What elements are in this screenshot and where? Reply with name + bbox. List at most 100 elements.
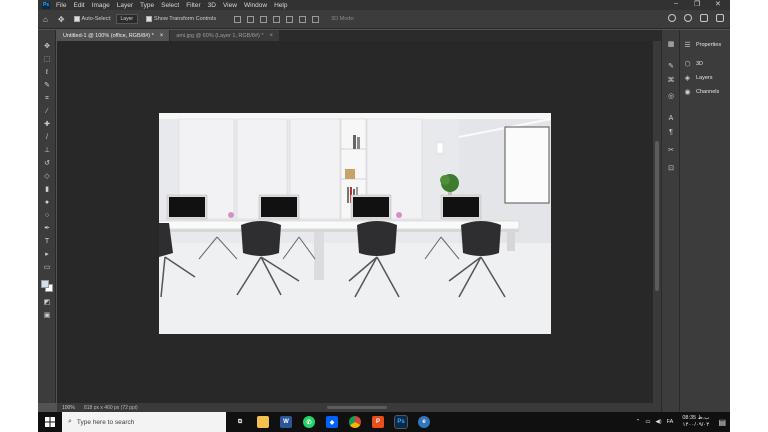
maximize-button[interactable]: ❐ — [694, 0, 700, 8]
menu-file[interactable]: File — [56, 2, 66, 9]
color-icon[interactable]: ◎ — [666, 92, 676, 101]
history-brush-tool-icon[interactable]: ↺ — [41, 159, 53, 169]
menu-window[interactable]: Window — [244, 2, 267, 9]
transform-controls-checkbox[interactable] — [146, 16, 153, 22]
menu-edit[interactable]: Edit — [73, 2, 84, 9]
taskbar-search[interactable]: ⌕ Type here to search — [62, 412, 226, 432]
volume-icon[interactable]: ◀) — [656, 419, 662, 425]
share-icon[interactable] — [716, 14, 724, 22]
blur-tool-icon[interactable]: ● — [41, 198, 53, 208]
foreground-color-swatch[interactable] — [41, 280, 49, 288]
close-icon[interactable]: × — [270, 33, 274, 39]
menu-layer[interactable]: Layer — [117, 2, 133, 9]
menu-select[interactable]: Select — [161, 2, 179, 9]
history-icon[interactable]: ▦ — [666, 40, 676, 49]
stamp-tool-icon[interactable]: ⊥ — [41, 146, 53, 156]
panel-dock: ▦ ✎ ⌘ ◎ A ¶ ✂ ⊡ — [661, 30, 679, 412]
word-icon[interactable]: W — [280, 416, 292, 428]
notifications-icon[interactable]: ▤ — [718, 418, 726, 427]
dropbox-icon[interactable]: ◆ — [326, 416, 338, 428]
marquee-tool-icon[interactable]: ⬚ — [41, 55, 53, 65]
tools-panel: ✥ ⬚ ℓ ✎ ⌗ ⁄ ✚ / ⊥ ↺ ◇ ▮ ● ○ ✒ T ▸ ▭ ✋ ◩ … — [38, 30, 56, 403]
zoom-level[interactable]: 100% — [62, 405, 80, 411]
eyedropper-tool-icon[interactable]: ⁄ — [41, 107, 53, 117]
canvas-area[interactable] — [57, 41, 653, 403]
distribute-icon[interactable] — [312, 15, 320, 23]
brush-tool-icon[interactable]: / — [41, 133, 53, 143]
menu-view[interactable]: View — [223, 2, 237, 9]
windows-taskbar: ⌕ Type here to search ⧉ W ✆ ◆ P Ps e ⌃ ▭… — [38, 412, 730, 432]
brush-settings-icon[interactable]: ✎ — [666, 62, 676, 71]
close-button[interactable]: ✕ — [715, 0, 721, 8]
minimize-button[interactable]: – — [674, 0, 678, 7]
menu-3d[interactable]: 3D — [208, 2, 216, 9]
path-select-tool-icon[interactable]: ▸ — [41, 250, 53, 260]
office-photo-illustration — [159, 113, 551, 334]
crop-tool-icon[interactable]: ⌗ — [41, 94, 53, 104]
document-info[interactable]: 818 px x 460 px (72 ppi) — [84, 405, 138, 411]
system-clock[interactable]: 08:35 ب.ظ ۱۴۰۰/۰۹/۰۳ — [682, 415, 709, 429]
type-tool-icon[interactable]: T — [41, 237, 53, 247]
align-center-icon[interactable] — [247, 15, 255, 23]
lasso-tool-icon[interactable]: ℓ — [41, 68, 53, 78]
search-icon[interactable] — [684, 14, 692, 22]
channels-panel-tab[interactable]: ◉ Channels — [683, 88, 719, 96]
align-left-icon[interactable] — [234, 15, 242, 23]
rectangle-tool-icon[interactable]: ▭ — [41, 263, 53, 273]
auto-select-checkbox[interactable] — [73, 16, 80, 22]
user-icon[interactable] — [668, 14, 676, 22]
edge-icon[interactable]: e — [418, 416, 430, 428]
layers-panel-tab[interactable]: ◈ Layers — [683, 74, 713, 82]
photoshop-taskbar-icon[interactable]: Ps — [394, 415, 408, 429]
quick-mask-icon[interactable]: ◩ — [41, 298, 53, 308]
screen-mode-icon[interactable]: ▣ — [41, 311, 53, 321]
properties-panel-tab[interactable]: ☰ Properties — [683, 41, 721, 49]
move-tool-icon[interactable]: ✥ — [41, 42, 53, 52]
office-photo[interactable] — [159, 113, 551, 334]
menu-bar: Ps File Edit Image Layer Type Select Fil… — [38, 0, 730, 10]
language-icon[interactable]: FA — [667, 419, 674, 425]
pen-tool-icon[interactable]: ✒ — [41, 224, 53, 234]
tab-ami-jpg[interactable]: ami.jpg @ 60% (Layer 1, RGB/8#) * × — [170, 30, 281, 41]
character-icon[interactable]: A — [666, 114, 676, 123]
align-bottom-icon[interactable] — [299, 15, 307, 23]
vertical-scrollbar[interactable] — [653, 41, 661, 403]
align-top-icon[interactable] — [273, 15, 281, 23]
close-icon[interactable]: × — [160, 33, 164, 39]
menu-type[interactable]: Type — [140, 2, 154, 9]
paragraph-icon[interactable]: ¶ — [666, 128, 676, 137]
vertical-scroll-thumb[interactable] — [655, 141, 659, 291]
quick-select-tool-icon[interactable]: ✎ — [41, 81, 53, 91]
task-view-icon[interactable]: ⧉ — [234, 416, 246, 428]
auto-select-target-dropdown[interactable]: Layer — [115, 14, 139, 24]
align-middle-icon[interactable] — [286, 15, 294, 23]
healing-brush-tool-icon[interactable]: ✚ — [41, 120, 53, 130]
workspace-icon[interactable] — [700, 14, 708, 22]
menu-filter[interactable]: Filter — [186, 2, 200, 9]
home-icon[interactable]: ⌂ — [43, 15, 48, 24]
clock-date: ۱۴۰۰/۰۹/۰۳ — [682, 422, 710, 428]
chrome-icon[interactable] — [349, 416, 361, 428]
chevron-up-icon[interactable]: ⌃ — [636, 419, 641, 425]
align-right-icon[interactable] — [260, 15, 268, 23]
menu-image[interactable]: Image — [92, 2, 110, 9]
clone-source-icon[interactable]: ⌘ — [666, 76, 676, 85]
whatsapp-icon[interactable]: ✆ — [303, 416, 315, 428]
start-button[interactable] — [38, 412, 62, 432]
tab-untitled-1[interactable]: Untitled-1 @ 100% (office, RGB/8#) * × — [57, 30, 171, 41]
menu-help[interactable]: Help — [274, 2, 287, 9]
move-tool-icon[interactable]: ✥ — [58, 15, 65, 24]
search-icon: ⌕ — [68, 418, 72, 425]
3d-panel-tab[interactable]: ⬡ 3D — [683, 60, 703, 68]
align-buttons — [234, 15, 320, 23]
network-icon[interactable]: ▭ — [645, 419, 650, 425]
eraser-tool-icon[interactable]: ◇ — [41, 172, 53, 182]
tools-icon[interactable]: ✂ — [666, 146, 676, 155]
file-explorer-icon[interactable] — [257, 416, 269, 428]
gradient-tool-icon[interactable]: ▮ — [41, 185, 53, 195]
pdf-app-icon[interactable]: P — [372, 416, 384, 428]
adjustments-icon[interactable]: ⊡ — [666, 164, 676, 173]
dodge-tool-icon[interactable]: ○ — [41, 211, 53, 221]
clock-time: 08:35 ب.ظ — [682, 415, 710, 421]
horizontal-scroll-thumb[interactable] — [327, 406, 387, 409]
